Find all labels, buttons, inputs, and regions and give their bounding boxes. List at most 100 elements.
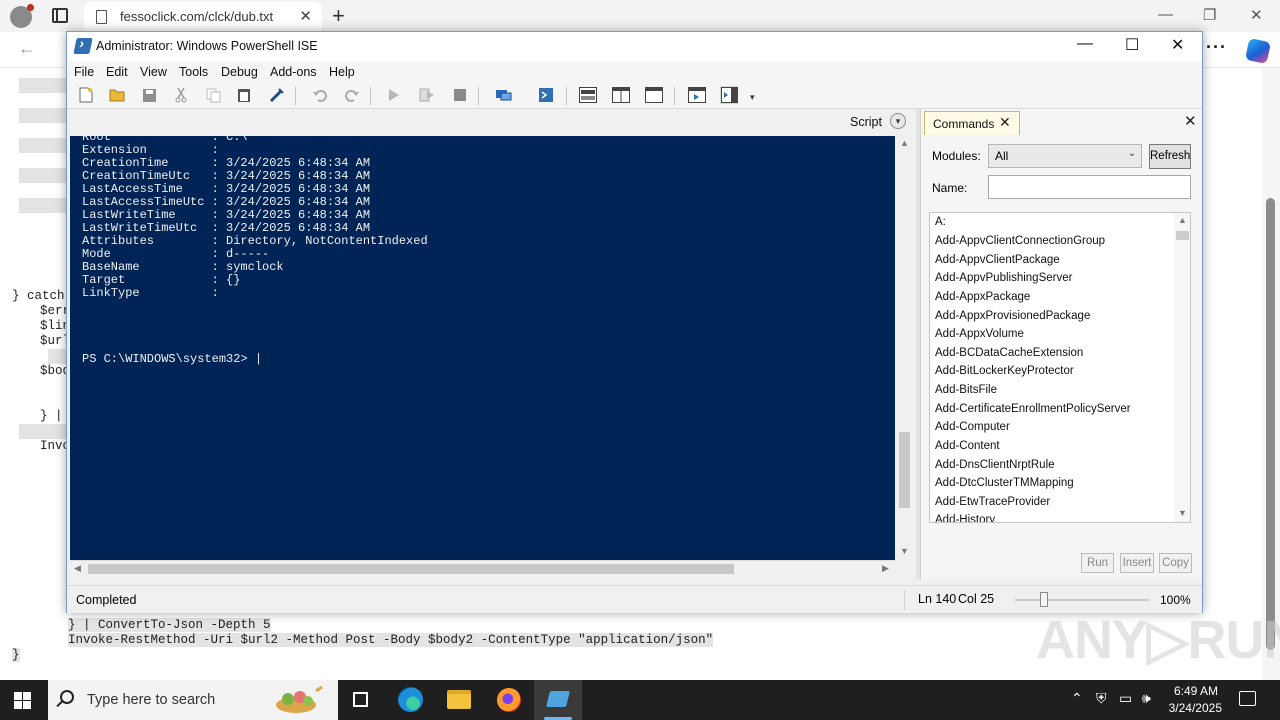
open-file-icon[interactable] (108, 86, 126, 104)
tab-actions-icon[interactable] (52, 8, 68, 23)
volume-icon[interactable]: 🕪 (1142, 690, 1151, 707)
chevron-down-icon[interactable]: ▾ (890, 113, 906, 129)
list-item[interactable]: Add-AppxProvisionedPackage (935, 310, 1090, 322)
clock-date[interactable]: 3/24/2025 (1160, 701, 1222, 715)
close-button[interactable]: ✕ (1171, 35, 1184, 55)
list-item[interactable]: A: (935, 216, 946, 228)
windows-start-icon[interactable] (14, 692, 31, 709)
list-item[interactable]: Add-EtwTraceProvider (935, 496, 1050, 508)
menu-file[interactable]: File (74, 65, 94, 79)
console-vertical-scrollbar[interactable]: ▲ ▼ (897, 136, 912, 560)
new-tab-button[interactable]: + (332, 3, 345, 29)
modules-dropdown[interactable]: All ⌄ (988, 144, 1142, 168)
browser-minimize-button[interactable]: — (1158, 6, 1173, 23)
menu-edit[interactable]: Edit (106, 65, 128, 79)
menu-add-ons[interactable]: Add-ons (270, 65, 317, 79)
zoom-slider-thumb[interactable] (1040, 592, 1048, 607)
page-scrollbar-thumb[interactable] (1266, 198, 1275, 650)
file-explorer-taskbar-button[interactable] (435, 680, 483, 720)
show-script-pane-maximized-icon[interactable] (645, 86, 663, 104)
menu-help[interactable]: Help (329, 65, 355, 79)
console-horizontal-scrollbar-thumb[interactable] (88, 564, 734, 574)
launch-powershell-icon[interactable] (537, 86, 555, 104)
insert-button[interactable]: Insert (1120, 553, 1154, 573)
list-item[interactable]: Add-BitLockerKeyProtector (935, 365, 1074, 377)
list-item[interactable]: Add-AppvClientConnectionGroup (935, 235, 1105, 247)
stop-icon[interactable] (451, 86, 469, 104)
list-item[interactable]: Add-CertificateEnrollmentPolicyServer (935, 403, 1131, 415)
close-icon[interactable]: ✕ (999, 114, 1011, 131)
new-file-icon[interactable] (77, 86, 95, 104)
chevron-up-icon[interactable]: ⌃ (1071, 690, 1083, 707)
edge-taskbar-button[interactable] (386, 680, 434, 720)
run-selection-icon[interactable] (418, 86, 436, 104)
commands-addon-pane: Commands ✕ ✕ Modules: All ⌄ Refresh Name… (920, 109, 1202, 579)
list-item[interactable]: Add-AppvClientPackage (935, 254, 1060, 266)
list-item[interactable]: Add-DtcClusterTMMapping (935, 477, 1074, 489)
run-button[interactable]: Run (1081, 553, 1114, 573)
menu-tools[interactable]: Tools (179, 65, 208, 79)
tab-commands[interactable]: Commands ✕ (924, 111, 1020, 135)
page-scrollbar[interactable] (1262, 68, 1280, 680)
redo-icon[interactable] (343, 86, 361, 104)
refresh-button[interactable]: Refresh (1149, 144, 1191, 169)
menu-view[interactable]: View (140, 65, 167, 79)
taskbar-search[interactable]: Type here to search (48, 680, 338, 720)
show-script-pane-top-icon[interactable] (579, 86, 597, 104)
run-script-icon[interactable] (385, 86, 403, 104)
security-icon[interactable]: ⛨ (1096, 690, 1107, 707)
list-item[interactable]: Add-BitsFile (935, 384, 997, 396)
browser-tab[interactable]: fessoclick.com/clck/dub.txt ✕ (84, 2, 322, 32)
list-item[interactable]: Add-AppxVolume (935, 328, 1024, 340)
task-view-button[interactable] (336, 680, 384, 720)
powershell-ise-icon (73, 38, 93, 54)
console-horizontal-scrollbar[interactable]: ◀ ▶ (70, 560, 895, 576)
selection-block (19, 138, 67, 153)
zoom-slider[interactable] (1015, 599, 1149, 601)
minimize-button[interactable]: — (1077, 35, 1093, 53)
list-item[interactable]: Add-BCDataCacheExtension (935, 347, 1083, 359)
notification-icon[interactable] (1239, 691, 1256, 706)
powershell-ise-taskbar-button[interactable] (534, 680, 582, 720)
list-item[interactable]: Add-AppxPackage (935, 291, 1030, 303)
doc-line: Invoke-RestMethod -Uri $url2 -Method Pos… (68, 633, 714, 647)
paste-icon[interactable] (235, 86, 253, 104)
profile-avatar[interactable] (10, 4, 34, 28)
copy-icon[interactable] (204, 86, 222, 104)
name-filter-input[interactable] (988, 175, 1191, 199)
list-item[interactable]: Add-Computer (935, 421, 1010, 433)
list-item[interactable]: Add-AppvPublishingServer (935, 272, 1072, 284)
list-item[interactable]: Add-DnsClientNrptRule (935, 459, 1055, 471)
more-options-button[interactable]: ··· (1206, 37, 1227, 58)
command-list[interactable]: A: Add-AppvClientConnectionGroup Add-App… (929, 212, 1191, 523)
command-list-scrollbar[interactable]: ▲ ▼ (1174, 213, 1190, 522)
command-list-scrollbar-thumb[interactable] (1176, 231, 1189, 240)
network-icon[interactable]: ▭ (1119, 690, 1132, 707)
console-pane[interactable]: Root : C:\ Extension : CreationTime : 3/… (70, 136, 895, 560)
browser-restore-button[interactable]: ❐ (1203, 6, 1216, 24)
toolbar-overflow-icon[interactable]: ▾ (750, 92, 755, 103)
clear-console-icon[interactable] (268, 86, 286, 104)
cut-icon[interactable] (172, 86, 190, 104)
console-prompt[interactable]: PS C:\WINDOWS\system32> | (82, 352, 262, 366)
list-item[interactable]: Add-History (935, 514, 995, 522)
console-vertical-scrollbar-thumb[interactable] (899, 432, 910, 508)
save-icon[interactable] (140, 86, 158, 104)
commands-pane-close-icon[interactable]: ✕ (1184, 112, 1197, 130)
menu-debug[interactable]: Debug (221, 65, 258, 79)
copilot-icon[interactable] (1244, 37, 1272, 65)
back-button[interactable]: ← (18, 38, 36, 59)
maximize-button[interactable]: ☐ (1125, 35, 1139, 55)
firefox-taskbar-button[interactable] (485, 680, 533, 720)
show-script-pane-right-icon[interactable] (612, 86, 630, 104)
tab-close-icon[interactable]: ✕ (299, 7, 312, 25)
browser-close-button[interactable]: ✕ (1250, 6, 1263, 24)
clock-time[interactable]: 6:49 AM (1172, 684, 1218, 698)
show-command-addon-icon[interactable] (720, 86, 738, 104)
remote-powershell-icon[interactable] (494, 86, 512, 104)
undo-icon[interactable] (311, 86, 329, 104)
list-item[interactable]: Add-Content (935, 440, 1000, 452)
copy-button[interactable]: Copy (1159, 553, 1192, 573)
doc-line: } (12, 648, 20, 662)
show-command-window-icon[interactable] (688, 86, 706, 104)
